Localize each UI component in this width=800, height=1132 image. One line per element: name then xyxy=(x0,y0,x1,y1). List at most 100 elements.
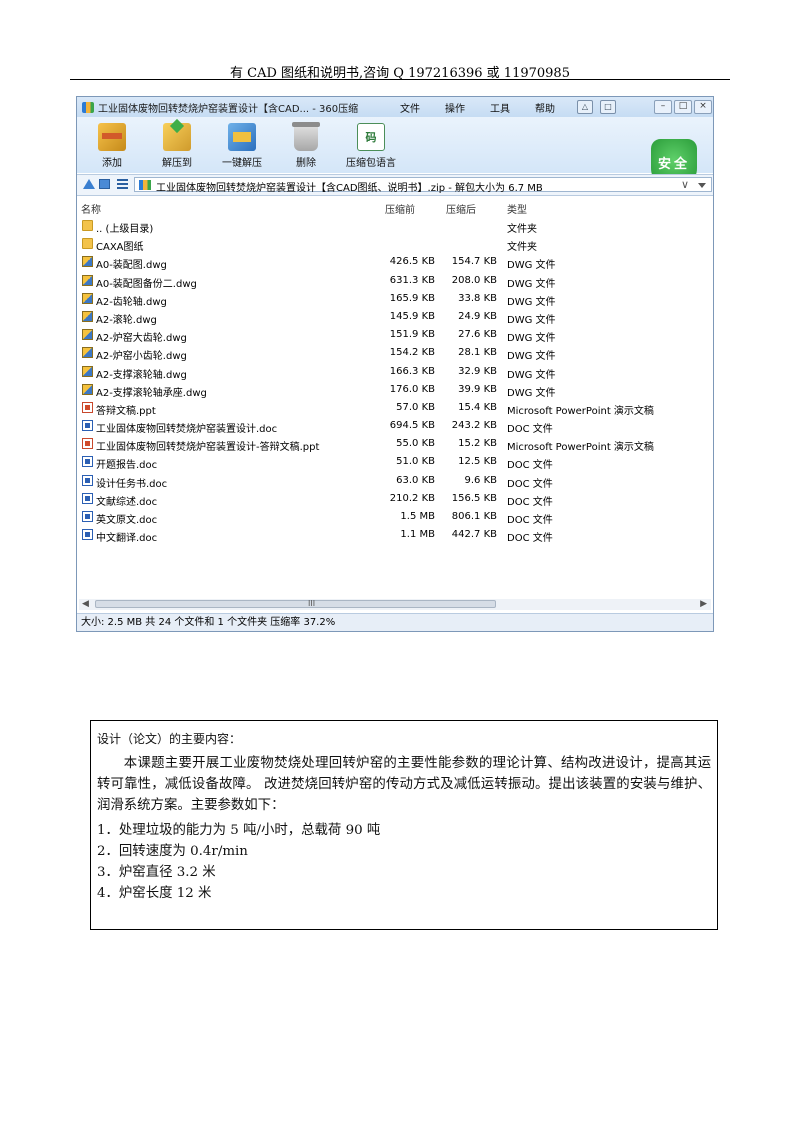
extract-to-label: 解压到 xyxy=(162,158,192,169)
file-name: A2-炉窑小齿轮.dwg xyxy=(96,351,187,363)
address-bar: 工业固体废物回转焚烧炉窑装置设计【含CAD图纸、说明书】.zip - 解包大小为… xyxy=(77,174,713,196)
ppt-file-icon xyxy=(82,401,93,413)
dwg-file-icon xyxy=(82,383,93,395)
delete-button[interactable]: 删除 xyxy=(274,122,338,169)
chevron-v-icon[interactable]: ∨ xyxy=(681,178,689,191)
file-row[interactable]: 答辩文稿.ppt 57.0 KB 15.4 KB Microsoft PowerPoi… xyxy=(77,399,713,417)
file-name: 英文原文.doc xyxy=(96,515,158,526)
scroll-left-icon[interactable]: ◀ xyxy=(82,599,89,609)
file-row[interactable]: A2-齿轮轴.dwg 165.9 KB 33.8 KB DWG 文件 xyxy=(77,290,713,308)
thumbnail-view-icon[interactable] xyxy=(99,179,110,189)
scroll-right-icon[interactable]: ▶ xyxy=(700,599,707,609)
design-content-box: 设计（论文）的主要内容： 本课题主要开展工业废物焚烧处理回转炉窑的主要性能参数的… xyxy=(90,720,718,930)
col-original-size[interactable]: 压缩前 xyxy=(385,201,415,216)
delete-label: 删除 xyxy=(296,158,316,169)
file-original-size: 151.9 KB xyxy=(389,329,435,341)
file-row[interactable]: A2-支撑滚轮轴.dwg 166.3 KB 32.9 KB DWG 文件 xyxy=(77,363,713,381)
close-icon[interactable]: × xyxy=(694,100,712,114)
file-type: 文件夹 xyxy=(507,224,537,235)
file-row[interactable]: 设计任务书.doc 63.0 KB 9.6 KB DOC 文件 xyxy=(77,472,713,490)
file-name: A0-装配图备份二.dwg xyxy=(96,278,197,290)
folder-file-icon xyxy=(82,220,93,231)
file-name: 工业固体废物回转焚烧炉窑装置设计-答辩文稿.ppt xyxy=(96,442,320,454)
address-field[interactable]: 工业固体废物回转焚烧炉窑装置设计【含CAD图纸、说明书】.zip - 解包大小为… xyxy=(134,177,712,194)
file-compressed-size: 24.9 KB xyxy=(458,310,497,322)
file-original-size: 176.0 KB xyxy=(389,383,435,395)
file-row[interactable]: A0-装配图备份二.dwg 631.3 KB 208.0 KB DWG 文件 xyxy=(77,272,713,290)
file-row[interactable]: A0-装配图.dwg 426.5 KB 154.7 KB DWG 文件 xyxy=(77,253,713,271)
file-row[interactable]: A2-炉窑小齿轮.dwg 154.2 KB 28.1 KB DWG 文件 xyxy=(77,344,713,362)
file-row[interactable]: CAXA图纸 文件夹 xyxy=(77,235,713,253)
file-compressed-size: 39.9 KB xyxy=(458,383,497,395)
file-row[interactable]: 文献综述.doc 210.2 KB 156.5 KB DOC 文件 xyxy=(77,490,713,508)
scroll-thumb[interactable]: III xyxy=(95,599,496,608)
app-icon xyxy=(82,101,94,113)
file-compressed-size: 243.2 KB xyxy=(451,420,497,432)
menu-tools[interactable]: 工具 xyxy=(490,100,535,115)
maximize-icon[interactable]: □ xyxy=(674,100,692,114)
file-compressed-size: 208.0 KB xyxy=(451,274,497,286)
file-row[interactable]: .. (上级目录) 文件夹 xyxy=(77,217,713,235)
file-row[interactable]: 工业固体废物回转焚烧炉窑装置设计.doc 694.5 KB 243.2 KB DOC … xyxy=(77,417,713,435)
file-compressed-size: 15.2 KB xyxy=(458,438,497,450)
file-compressed-size: 28.1 KB xyxy=(458,347,497,359)
up-arrow-icon[interactable] xyxy=(83,179,95,189)
file-original-size: 694.5 KB xyxy=(389,420,435,432)
parameter-item: 2．回转速度为 0.4r/min xyxy=(97,844,248,859)
file-row[interactable]: 中文翻译.doc 1.1 MB 442.7 KB DOC 文件 xyxy=(77,526,713,544)
file-original-size: 154.2 KB xyxy=(389,347,435,359)
file-original-size: 631.3 KB xyxy=(389,274,435,286)
file-original-size: 145.9 KB xyxy=(389,310,435,322)
list-view-icon[interactable] xyxy=(117,179,128,189)
col-type[interactable]: 类型 xyxy=(507,201,527,216)
file-row[interactable]: A2-炉窑大齿轮.dwg 151.9 KB 27.6 KB DWG 文件 xyxy=(77,326,713,344)
parameter-list: 1．处理垃圾的能力为 5 吨/小时，总载荷 90 吨 2．回转速度为 0.4r/… xyxy=(97,820,380,904)
file-original-size: 210.2 KB xyxy=(389,492,435,504)
menu-bar: 文件 操作 工具 帮助 xyxy=(400,100,580,115)
shirt-skin-icon[interactable]: △ xyxy=(577,100,593,114)
file-row[interactable]: A2-滚轮.dwg 145.9 KB 24.9 KB DWG 文件 xyxy=(77,308,713,326)
file-type: DOC 文件 xyxy=(507,424,553,436)
file-name: A2-炉窑大齿轮.dwg xyxy=(96,333,187,345)
trash-icon xyxy=(292,122,320,151)
menu-operate[interactable]: 操作 xyxy=(445,100,490,115)
ppt-file-icon xyxy=(82,438,93,450)
toolbar: 添加 解压到 一键解压 删除 码 压缩包语言 安全 xyxy=(77,117,713,191)
file-name: A0-装配图.dwg xyxy=(96,260,167,272)
chat-feedback-icon[interactable]: □ xyxy=(600,100,616,114)
extract-to-button[interactable]: 解压到 xyxy=(145,123,209,169)
minimize-icon[interactable]: – xyxy=(654,100,672,114)
dwg-file-icon xyxy=(82,256,93,268)
parameter-item: 1．处理垃圾的能力为 5 吨/小时，总载荷 90 吨 xyxy=(97,823,381,838)
column-header: 名称 压缩前 压缩后 类型 xyxy=(77,201,713,216)
file-name: A2-滚轮.dwg xyxy=(96,314,157,326)
file-type: DOC 文件 xyxy=(507,460,553,472)
dwg-file-icon xyxy=(82,274,93,286)
content-paragraph: 本课题主要开展工业废物焚烧处理回转炉窑的主要性能参数的理论计算、结构改进设计，提… xyxy=(97,756,711,813)
menu-file[interactable]: 文件 xyxy=(400,100,445,115)
file-row[interactable]: A2-支撑滚轮轴承座.dwg 176.0 KB 39.9 KB DWG 文件 xyxy=(77,381,713,399)
file-row[interactable]: 开题报告.doc 51.0 KB 12.5 KB DOC 文件 xyxy=(77,453,713,471)
menu-help[interactable]: 帮助 xyxy=(535,100,580,115)
dropdown-arrow-icon[interactable] xyxy=(698,183,706,188)
file-type: DWG 文件 xyxy=(507,260,556,272)
file-type: DOC 文件 xyxy=(507,515,553,526)
file-row[interactable]: 英文原文.doc 1.5 MB 806.1 KB DOC 文件 xyxy=(77,508,713,526)
file-type: Microsoft PowerPoint 演示文稿 xyxy=(507,442,654,454)
content-label: 设计（论文）的主要内容： xyxy=(97,732,242,746)
header-rule xyxy=(70,79,730,80)
col-name[interactable]: 名称 xyxy=(81,201,101,216)
file-type: DWG 文件 xyxy=(507,369,556,381)
file-compressed-size: 32.9 KB xyxy=(458,365,497,377)
file-original-size: 1.5 MB xyxy=(400,511,435,522)
file-compressed-size: 806.1 KB xyxy=(451,511,497,522)
add-button[interactable]: 添加 xyxy=(80,123,144,169)
col-compressed-size[interactable]: 压缩后 xyxy=(446,201,476,216)
archive-language-button[interactable]: 码 压缩包语言 xyxy=(339,123,403,169)
address-text: 工业固体废物回转焚烧炉窑装置设计【含CAD图纸、说明书】.zip - 解包大小为… xyxy=(156,183,543,194)
horizontal-scrollbar[interactable]: ◀ III ▶ xyxy=(79,599,711,610)
parameter-item: 3．炉窑直径 3.2 米 xyxy=(97,865,216,880)
one-click-extract-button[interactable]: 一键解压 xyxy=(210,123,274,169)
add-archive-icon xyxy=(98,123,126,151)
file-row[interactable]: 工业固体废物回转焚烧炉窑装置设计-答辩文稿.ppt 55.0 KB 15.2 KB M… xyxy=(77,435,713,453)
